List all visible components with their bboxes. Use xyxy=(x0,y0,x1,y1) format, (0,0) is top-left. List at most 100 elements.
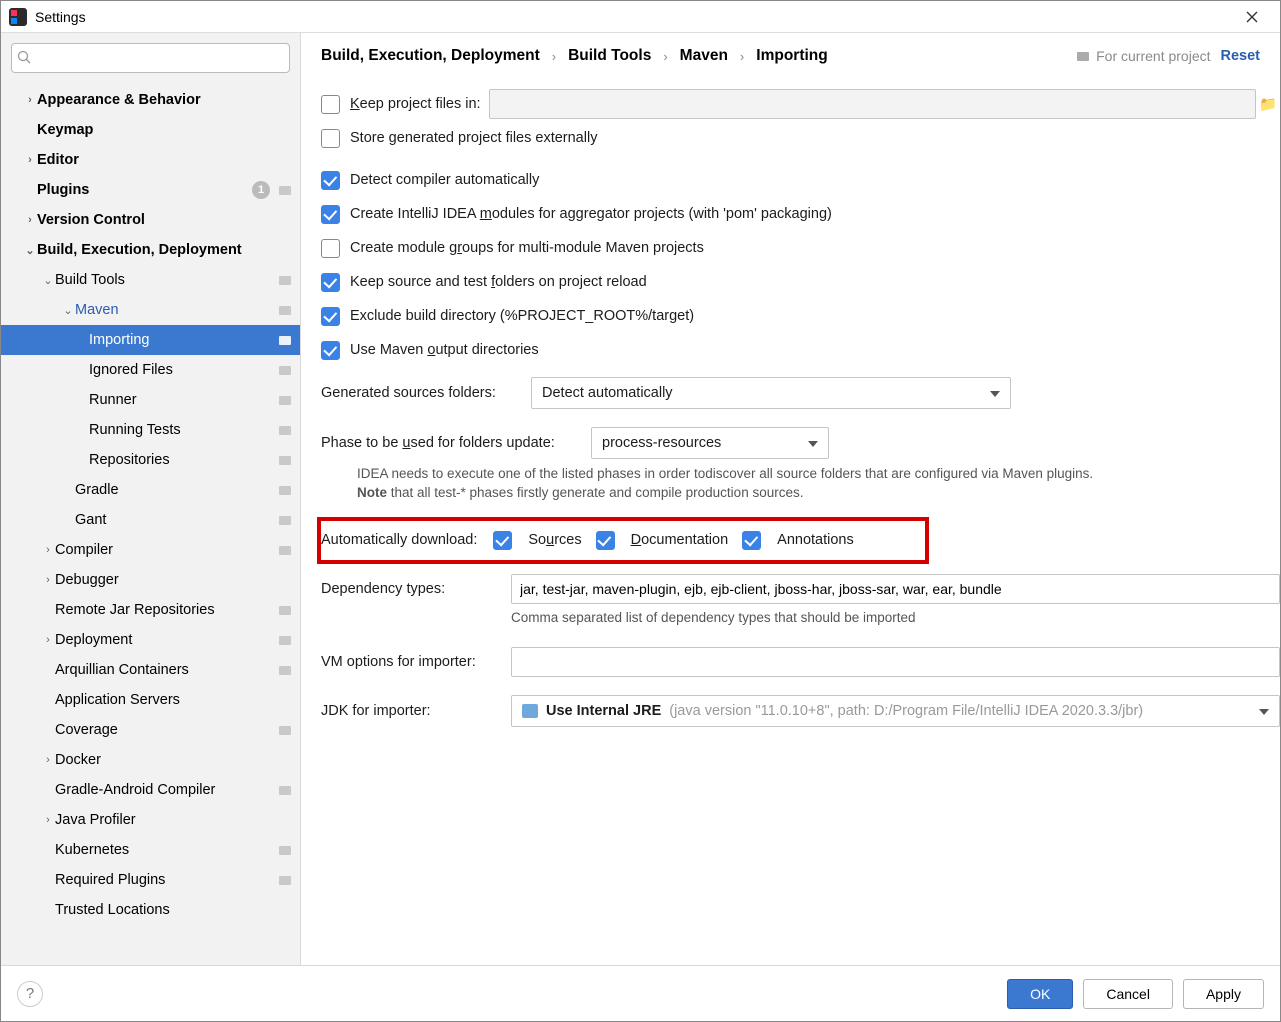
project-scope-icon xyxy=(278,513,292,527)
sidebar-item-required-plugins[interactable]: Required Plugins xyxy=(1,865,300,895)
reset-link[interactable]: Reset xyxy=(1221,48,1261,64)
sidebar-item-gradle[interactable]: Gradle xyxy=(1,475,300,505)
folder-icon xyxy=(522,704,538,718)
sidebar-item-debugger[interactable]: ›Debugger xyxy=(1,565,300,595)
search-icon xyxy=(17,50,31,64)
titlebar: Settings xyxy=(1,1,1280,33)
documentation-checkbox[interactable] xyxy=(596,531,615,550)
sidebar-item-maven[interactable]: ⌄Maven xyxy=(1,295,300,325)
keep-project-files-checkbox[interactable] xyxy=(321,95,340,114)
sidebar-item-gant[interactable]: Gant xyxy=(1,505,300,535)
crumb-maven[interactable]: Maven xyxy=(680,47,728,65)
plugins-badge: 1 xyxy=(252,181,270,199)
crumb-build-tools[interactable]: Build Tools xyxy=(568,47,651,65)
detect-compiler-label: Detect compiler automatically xyxy=(350,172,539,188)
use-output-label: Use Maven output directories xyxy=(350,342,539,358)
sidebar-item-running-tests[interactable]: Running Tests xyxy=(1,415,300,445)
browse-folder-icon[interactable]: 📁 xyxy=(1256,96,1280,113)
chevron-right-icon: › xyxy=(552,49,556,64)
crumb-importing: Importing xyxy=(756,47,827,65)
sidebar-item-deployment[interactable]: ›Deployment xyxy=(1,625,300,655)
search-input[interactable] xyxy=(11,43,290,73)
keep-source-label: Keep source and test folders on project … xyxy=(350,274,647,290)
phase-select[interactable]: process-resources xyxy=(591,427,829,459)
help-button[interactable]: ? xyxy=(17,981,43,1007)
project-scope-icon xyxy=(1076,49,1090,63)
jdk-importer-label: JDK for importer: xyxy=(321,703,511,719)
settings-tree: ›Appearance & Behavior Keymap ›Editor Pl… xyxy=(1,81,300,965)
exclude-build-checkbox[interactable] xyxy=(321,307,340,326)
dependency-types-label: Dependency types: xyxy=(321,581,511,597)
generated-sources-label: Generated sources folders: xyxy=(321,385,531,401)
sidebar-item-docker[interactable]: ›Docker xyxy=(1,745,300,775)
annotations-checkbox[interactable] xyxy=(742,531,761,550)
use-output-checkbox[interactable] xyxy=(321,341,340,360)
crumb-build-execution-deployment[interactable]: Build, Execution, Deployment xyxy=(321,47,540,65)
sidebar-item-build-tools[interactable]: ⌄Build Tools xyxy=(1,265,300,295)
vm-options-label: VM options for importer: xyxy=(321,654,511,670)
project-scope-icon xyxy=(278,363,292,377)
project-scope-icon xyxy=(278,663,292,677)
generated-sources-select[interactable]: Detect automatically xyxy=(531,377,1011,409)
exclude-build-label: Exclude build directory (%PROJECT_ROOT%/… xyxy=(350,308,694,324)
sidebar-item-coverage[interactable]: Coverage xyxy=(1,715,300,745)
sidebar-item-trusted-locations[interactable]: Trusted Locations xyxy=(1,895,300,925)
jdk-importer-select[interactable]: Use Internal JRE (java version "11.0.10+… xyxy=(511,695,1280,727)
vm-options-input[interactable] xyxy=(511,647,1280,677)
sidebar-item-compiler[interactable]: ›Compiler xyxy=(1,535,300,565)
sidebar-item-build-execution-deployment[interactable]: ⌄Build, Execution, Deployment xyxy=(1,235,300,265)
sidebar-item-gradle-android-compiler[interactable]: Gradle-Android Compiler xyxy=(1,775,300,805)
sidebar-item-editor[interactable]: ›Editor xyxy=(1,145,300,175)
ok-button[interactable]: OK xyxy=(1007,979,1073,1009)
sources-label: Sources xyxy=(528,532,581,548)
sidebar-item-runner[interactable]: Runner xyxy=(1,385,300,415)
create-groups-checkbox[interactable] xyxy=(321,239,340,258)
project-scope-icon xyxy=(278,423,292,437)
footer: ? OK Cancel Apply xyxy=(1,965,1280,1021)
sources-checkbox[interactable] xyxy=(493,531,512,550)
sidebar-item-remote-jar-repositories[interactable]: Remote Jar Repositories xyxy=(1,595,300,625)
sidebar-item-keymap[interactable]: Keymap xyxy=(1,115,300,145)
sidebar-item-importing[interactable]: Importing xyxy=(1,325,300,355)
project-scope-icon xyxy=(278,783,292,797)
create-modules-checkbox[interactable] xyxy=(321,205,340,224)
sidebar-item-repositories[interactable]: Repositories xyxy=(1,445,300,475)
sidebar-item-ignored-files[interactable]: Ignored Files xyxy=(1,355,300,385)
apply-button[interactable]: Apply xyxy=(1183,979,1264,1009)
sidebar-item-version-control[interactable]: ›Version Control xyxy=(1,205,300,235)
auto-download-highlight: Automatically download: Sources Document… xyxy=(317,517,929,564)
project-scope-icon xyxy=(278,843,292,857)
keep-project-files-label: Keep project files in: xyxy=(350,96,481,112)
project-scope-icon xyxy=(278,273,292,287)
breadcrumb: Build, Execution, Deployment › Build Too… xyxy=(321,47,1066,65)
project-scope-icon xyxy=(278,483,292,497)
sidebar-item-plugins[interactable]: Plugins1 xyxy=(1,175,300,205)
detect-compiler-checkbox[interactable] xyxy=(321,171,340,190)
dependency-types-input[interactable] xyxy=(511,574,1280,604)
main-panel: Build, Execution, Deployment › Build Too… xyxy=(301,33,1280,965)
close-button[interactable] xyxy=(1232,3,1272,31)
chevron-right-icon: › xyxy=(740,49,744,64)
store-external-checkbox[interactable] xyxy=(321,129,340,148)
sidebar-item-application-servers[interactable]: Application Servers xyxy=(1,685,300,715)
sidebar-item-arquillian-containers[interactable]: Arquillian Containers xyxy=(1,655,300,685)
app-icon xyxy=(9,8,27,26)
create-modules-label: Create IntelliJ IDEA modules for aggrega… xyxy=(350,206,832,222)
sidebar: ›Appearance & Behavior Keymap ›Editor Pl… xyxy=(1,33,301,965)
chevron-right-icon: › xyxy=(663,49,667,64)
project-scope-icon xyxy=(278,333,292,347)
phase-help-text: IDEA needs to execute one of the listed … xyxy=(357,465,1280,503)
cancel-button[interactable]: Cancel xyxy=(1083,979,1173,1009)
sidebar-item-appearance-behavior[interactable]: ›Appearance & Behavior xyxy=(1,85,300,115)
project-scope-icon xyxy=(278,303,292,317)
keep-project-files-input xyxy=(489,89,1256,119)
sidebar-item-java-profiler[interactable]: ›Java Profiler xyxy=(1,805,300,835)
dependency-types-help: Comma separated list of dependency types… xyxy=(511,610,1280,625)
keep-source-checkbox[interactable] xyxy=(321,273,340,292)
documentation-label: Documentation xyxy=(631,532,729,548)
window-title: Settings xyxy=(35,9,1232,25)
phase-label: Phase to be used for folders update: xyxy=(321,435,591,451)
store-external-label: Store generated project files externally xyxy=(350,130,597,146)
sidebar-item-kubernetes[interactable]: Kubernetes xyxy=(1,835,300,865)
project-scope-icon xyxy=(278,453,292,467)
